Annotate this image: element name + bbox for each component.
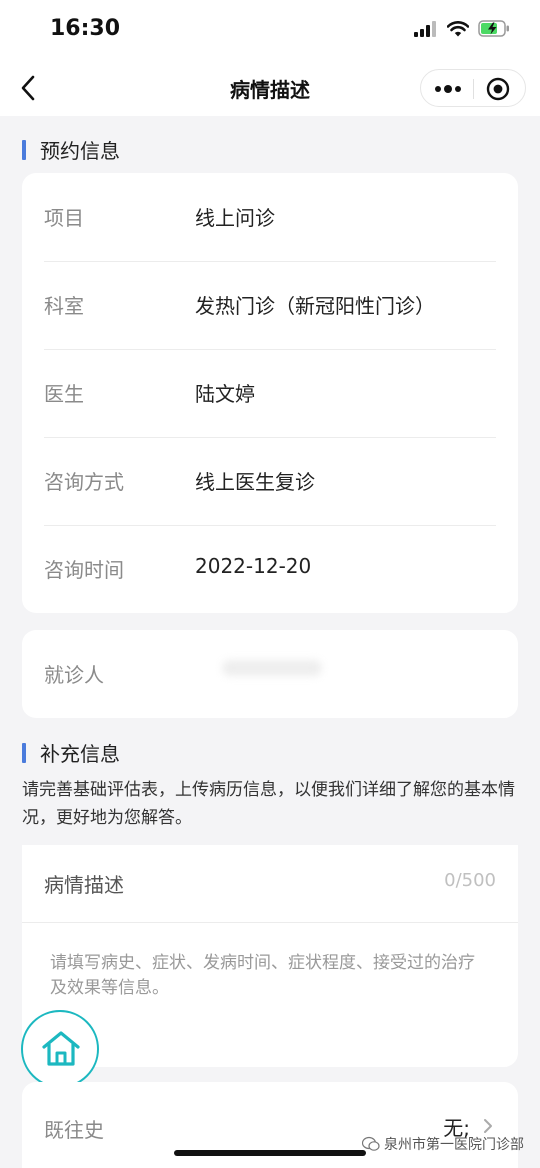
watermark-text: 泉州市第一医院门诊部 <box>384 1137 524 1153</box>
home-button[interactable] <box>21 1010 99 1088</box>
section-heading-supplement: 补充信息 <box>22 738 120 767</box>
more-dots-icon[interactable] <box>433 78 463 100</box>
battery-charging-icon <box>478 20 509 37</box>
row-value: 2022-12-20 <box>195 554 312 578</box>
row-label: 咨询方式 <box>44 470 124 494</box>
condition-textarea[interactable]: 请填写病史、症状、发病时间、症状程度、接受过的治疗及效果等信息。 <box>50 951 490 1001</box>
home-indicator[interactable] <box>174 1150 366 1156</box>
patient-name-redacted <box>222 660 322 676</box>
nav-bar: 病情描述 <box>0 62 540 116</box>
row-label: 项目 <box>44 206 84 230</box>
condition-card: 病情描述 0/500 请填写病史、症状、发病时间、症状程度、接受过的治疗及效果等… <box>22 845 518 1067</box>
info-row-consult-time: 咨询时间 2022-12-20 <box>22 525 518 613</box>
capsule-divider <box>473 79 474 99</box>
info-row-department: 科室 发热门诊（新冠阳性门诊） <box>22 261 518 349</box>
section-heading-label: 补充信息 <box>40 742 120 766</box>
chevron-right-icon <box>484 1119 492 1133</box>
status-time: 16:30 <box>50 16 121 41</box>
row-value: 线上问诊 <box>195 206 275 230</box>
row-label: 咨询时间 <box>44 558 124 582</box>
patient-label: 就诊人 <box>44 663 104 687</box>
wifi-icon <box>447 20 469 36</box>
watermark: 泉州市第一医院门诊部 <box>362 1134 524 1154</box>
home-icon <box>42 1031 80 1066</box>
char-counter: 0/500 <box>444 870 496 891</box>
row-label: 科室 <box>44 294 84 318</box>
target-circle-icon[interactable] <box>485 77 511 101</box>
appointment-card: 项目 线上问诊 科室 发热门诊（新冠阳性门诊） 医生 陆文婷 咨询方式 线上医生… <box>22 173 518 613</box>
section-heading-appointment: 预约信息 <box>22 135 120 164</box>
section-accent-bar <box>22 742 26 763</box>
section-heading-label: 预约信息 <box>40 139 120 163</box>
row-value: 陆文婷 <box>195 382 255 406</box>
info-row-consult-method: 咨询方式 线上医生复诊 <box>22 437 518 525</box>
info-row-item: 项目 线上问诊 <box>22 173 518 261</box>
status-bar: 16:30 <box>0 0 540 62</box>
mini-program-capsule <box>420 69 526 107</box>
condition-label: 病情描述 <box>44 873 124 897</box>
row-label: 医生 <box>44 382 84 406</box>
condition-header: 病情描述 0/500 <box>22 845 518 923</box>
row-value: 发热门诊（新冠阳性门诊） <box>195 294 435 318</box>
supplement-description: 请完善基础评估表，上传病历信息，以便我们详细了解您的基本情况，更好地为您解答。 <box>22 780 515 828</box>
patient-card[interactable]: 就诊人 <box>22 630 518 718</box>
history-label: 既往史 <box>44 1118 104 1142</box>
info-row-doctor: 医生 陆文婷 <box>22 349 518 437</box>
status-icons <box>414 20 510 37</box>
row-value: 线上医生复诊 <box>195 470 315 494</box>
section-accent-bar <box>22 139 26 160</box>
signal-icon <box>414 20 436 37</box>
